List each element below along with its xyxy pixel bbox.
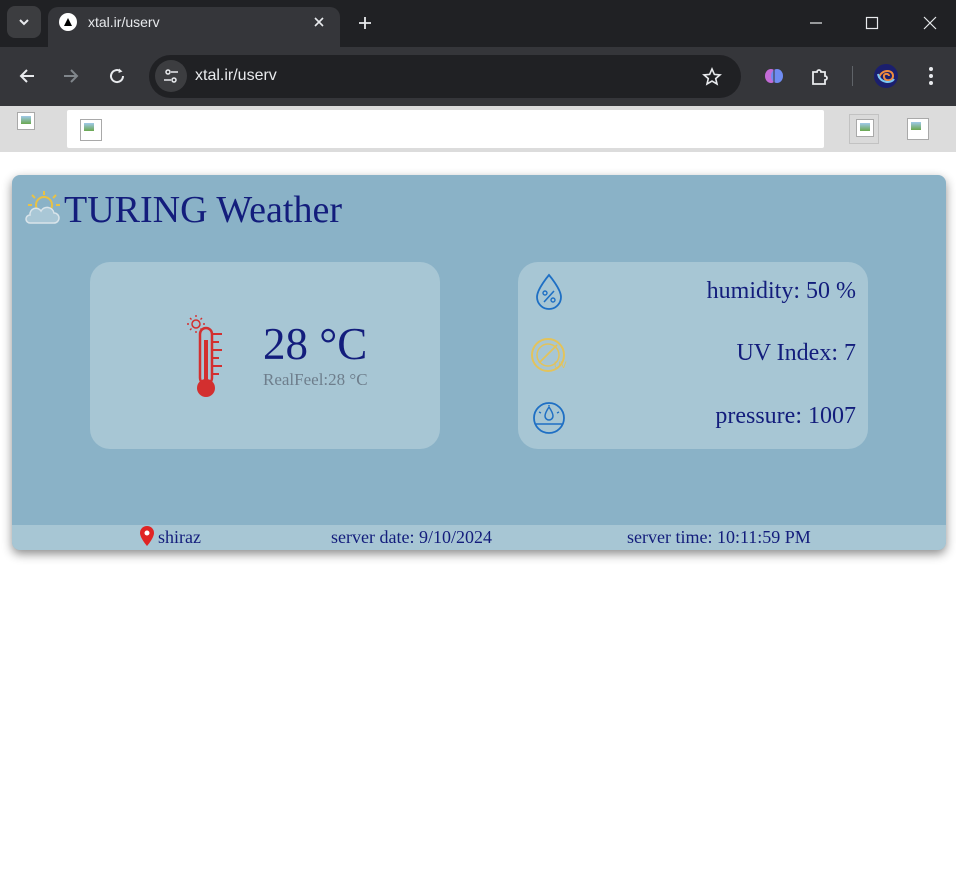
uv-index-text: UV Index: 7 [736, 340, 856, 366]
app-title: TURING Weather [64, 189, 342, 231]
browser-tab[interactable]: xtal.ir/userv [48, 7, 340, 47]
favicon-icon [59, 13, 77, 31]
brain-extension-icon [765, 69, 783, 83]
close-window-icon [923, 16, 937, 30]
new-tab-button[interactable] [352, 10, 378, 36]
close-icon[interactable] [310, 13, 328, 31]
maximize-button[interactable] [857, 8, 887, 38]
temperature-panel: 28 °C RealFeel:28 °C [90, 262, 440, 449]
server-time-text: server time: 10:11:59 PM [627, 527, 811, 547]
location-pin-icon [140, 526, 154, 546]
chevron-down-icon [19, 19, 29, 26]
thermometer-hot-icon [187, 315, 222, 397]
close-window-button[interactable] [915, 8, 945, 38]
broken-image-icon [856, 119, 874, 137]
minimize-button[interactable] [801, 8, 831, 38]
weather-card: TURING Weather 28 °C RealFeel:28 °C humi… [12, 175, 946, 550]
more-menu-button[interactable] [917, 62, 945, 90]
site-info-button[interactable] [155, 60, 187, 92]
humidity-text: humidity: 50 % [706, 278, 856, 304]
server-date-text: server date: 9/10/2024 [331, 527, 492, 547]
browser-toolbar: xtal.ir/userv [0, 47, 956, 106]
plus-icon [359, 17, 371, 29]
pressure-text: pressure: 1007 [715, 403, 856, 429]
realfeel-value: 28 °C [328, 370, 368, 389]
bookmark-star-button[interactable] [701, 66, 723, 88]
tab-search-button[interactable] [7, 6, 41, 38]
realfeel-text: RealFeel:28 °C [263, 370, 368, 390]
more-menu-icon [929, 67, 933, 85]
broken-image-icon [80, 119, 102, 141]
url-text: xtal.ir/userv [195, 67, 277, 84]
conditions-panel: humidity: 50 % UV UV Index: 7 pressure: … [518, 262, 868, 449]
sun-cloud-icon [25, 191, 60, 224]
browser-tab-bar: xtal.ir/userv [0, 0, 956, 47]
extensions-button[interactable] [806, 62, 834, 90]
forward-button[interactable] [57, 62, 85, 90]
broken-image-icon [907, 118, 929, 140]
star-icon [702, 67, 722, 86]
realfeel-label: RealFeel: [263, 370, 329, 389]
site-logo-image [17, 112, 47, 132]
forward-icon [64, 69, 79, 83]
brain-extension-button[interactable] [760, 62, 788, 90]
header-icon-button[interactable] [849, 114, 879, 144]
back-button[interactable] [13, 62, 41, 90]
location-text: shiraz [158, 527, 201, 547]
site-search-box[interactable] [67, 110, 824, 148]
uv-index-icon: UV [531, 338, 567, 372]
pressure-gauge-icon [533, 402, 565, 434]
weather-footer: shiraz server date: 9/10/2024 server tim… [12, 525, 946, 550]
minimize-icon [810, 22, 822, 24]
humidity-drop-icon [536, 273, 562, 310]
broken-image-icon [17, 112, 35, 130]
profile-avatar-icon [874, 64, 898, 88]
puzzle-icon [812, 69, 828, 85]
toolbar-separator [852, 66, 853, 86]
temperature-value: 28 °C [263, 319, 368, 369]
address-bar[interactable]: xtal.ir/userv [149, 55, 741, 98]
site-info-icon [164, 69, 178, 83]
header-icon-button[interactable] [903, 114, 933, 144]
back-icon [19, 69, 34, 83]
tab-title: xtal.ir/userv [88, 14, 160, 30]
maximize-icon [865, 16, 879, 30]
reload-icon [110, 68, 125, 84]
svg-text:UV: UV [554, 360, 567, 370]
reload-button[interactable] [103, 62, 131, 90]
profile-button[interactable] [872, 62, 900, 90]
